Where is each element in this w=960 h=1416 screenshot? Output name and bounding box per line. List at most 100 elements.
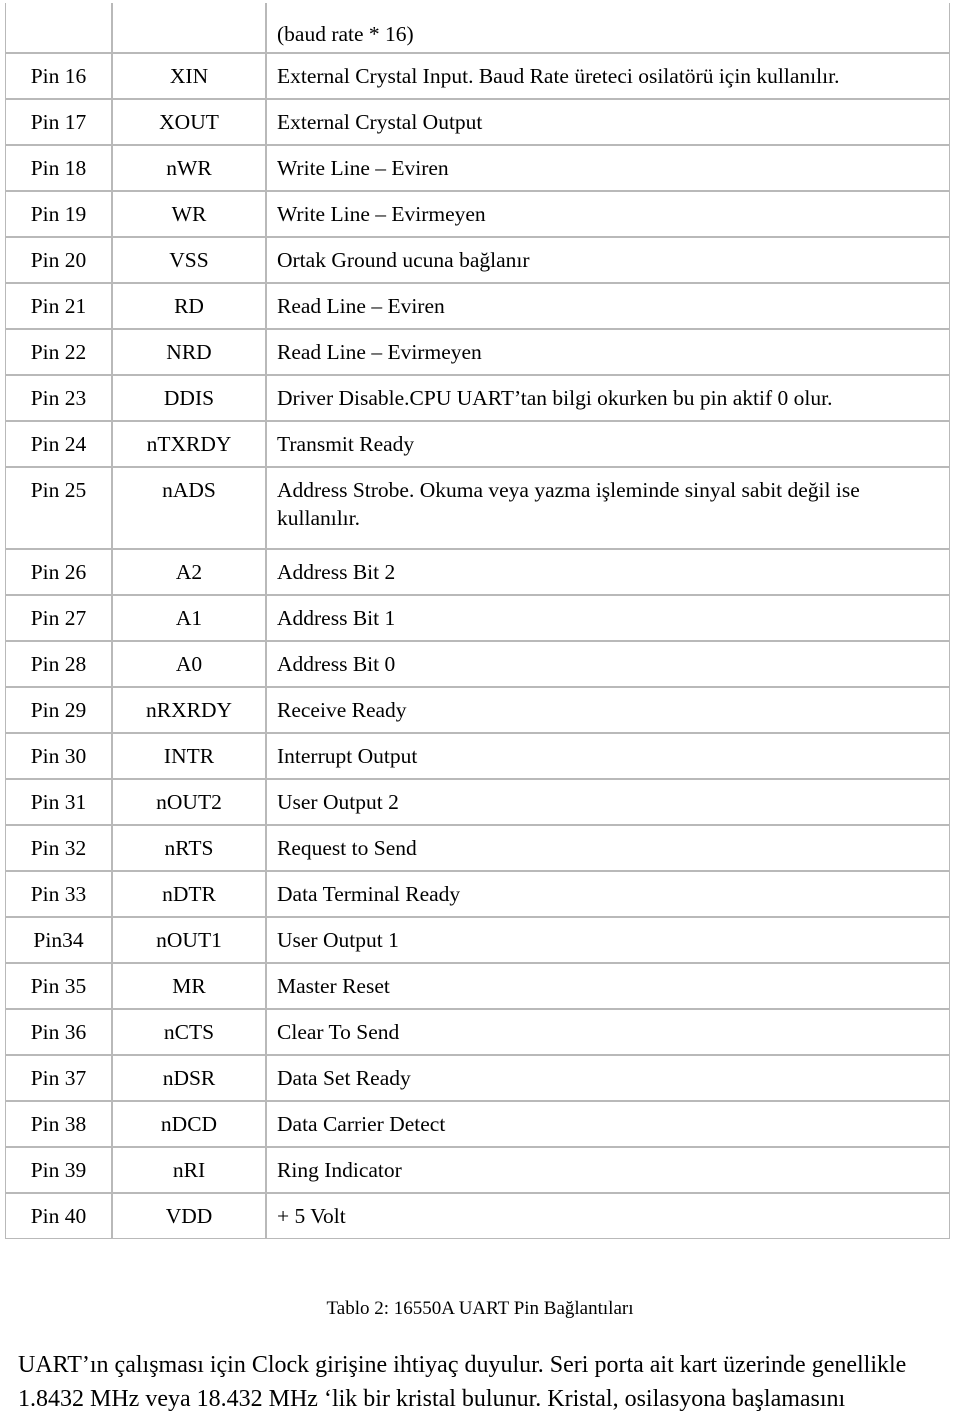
signal-name-cell: nRXRDY xyxy=(112,687,266,733)
table-row: Pin 30 INTR Interrupt Output xyxy=(5,733,950,779)
signal-name-cell: WR xyxy=(112,191,266,237)
uart-pin-table: (baud rate * 16) Pin 16 XIN External Crysta… xyxy=(5,3,950,1239)
pin-number-cell: Pin 40 xyxy=(5,1193,112,1239)
signal-name-cell: RD xyxy=(112,283,266,329)
signal-name-cell: nWR xyxy=(112,145,266,191)
pin-number-cell: Pin 20 xyxy=(5,237,112,283)
table-row: Pin 16 XIN External Crystal Input. Baud Ra… xyxy=(5,53,950,99)
description-cell: Driver Disable.CPU UART’tan bilgi okurke… xyxy=(266,375,950,421)
pin-number-cell: Pin 35 xyxy=(5,963,112,1009)
signal-name-cell: XIN xyxy=(112,53,266,99)
description-cell: Request to Send xyxy=(266,825,950,871)
description-cell: Write Line – Eviren xyxy=(266,145,950,191)
signal-name-cell: MR xyxy=(112,963,266,1009)
table-row: (baud rate * 16) xyxy=(5,3,950,53)
pin-number-cell: Pin 31 xyxy=(5,779,112,825)
pin-number-cell: Pin 37 xyxy=(5,1055,112,1101)
pin-number-cell: Pin 26 xyxy=(5,549,112,595)
pin-number-cell xyxy=(5,3,112,53)
signal-name-cell: nCTS xyxy=(112,1009,266,1055)
pin-number-cell: Pin 24 xyxy=(5,421,112,467)
signal-name-cell: VSS xyxy=(112,237,266,283)
description-cell: Write Line – Evirmeyen xyxy=(266,191,950,237)
pin-number-cell: Pin 36 xyxy=(5,1009,112,1055)
description-cell: External Crystal Output xyxy=(266,99,950,145)
description-cell: Clear To Send xyxy=(266,1009,950,1055)
description-cell: Transmit Ready xyxy=(266,421,950,467)
pin-number-cell: Pin 38 xyxy=(5,1101,112,1147)
table-caption: Tablo 2: 16550A UART Pin Bağlantıları xyxy=(326,1298,634,1319)
table-row: Pin 26 A2 Address Bit 2 xyxy=(5,549,950,595)
description-cell: User Output 1 xyxy=(266,917,950,963)
pin-number-cell: Pin34 xyxy=(5,917,112,963)
pin-number-cell: Pin 22 xyxy=(5,329,112,375)
signal-name-cell: nOUT1 xyxy=(112,917,266,963)
pin-number-cell: Pin 25 xyxy=(5,467,112,549)
body-paragraph: UART’ın çalışması için Clock girişine ih… xyxy=(18,1348,942,1416)
description-cell: Read Line – Eviren xyxy=(266,283,950,329)
signal-name-cell: INTR xyxy=(112,733,266,779)
table-row: Pin 36 nCTS Clear To Send xyxy=(5,1009,950,1055)
pin-number-cell: Pin 19 xyxy=(5,191,112,237)
description-cell: Address Bit 2 xyxy=(266,549,950,595)
table-row: Pin 22 NRD Read Line – Evirmeyen xyxy=(5,329,950,375)
description-cell: + 5 Volt xyxy=(266,1193,950,1239)
table-row: Pin 35 MR Master Reset xyxy=(5,963,950,1009)
table-row: Pin 20 VSS Ortak Ground ucuna bağlanır xyxy=(5,237,950,283)
pin-number-cell: Pin 32 xyxy=(5,825,112,871)
table-row: Pin 39 nRI Ring Indicator xyxy=(5,1147,950,1193)
description-cell: Address Bit 0 xyxy=(266,641,950,687)
signal-name-cell: nADS xyxy=(112,467,266,549)
table-row: Pin 29 nRXRDY Receive Ready xyxy=(5,687,950,733)
signal-name-cell: nTXRDY xyxy=(112,421,266,467)
pin-table-body: (baud rate * 16) Pin 16 XIN External Crysta… xyxy=(5,3,950,1239)
table-row: Pin 33 nDTR Data Terminal Ready xyxy=(5,871,950,917)
table-row: Pin 40 VDD + 5 Volt xyxy=(5,1193,950,1239)
pin-number-cell: Pin 29 xyxy=(5,687,112,733)
table-row: Pin 17 XOUT External Crystal Output xyxy=(5,99,950,145)
document-page: (baud rate * 16) Pin 16 XIN External Crysta… xyxy=(0,0,960,1412)
description-cell: Receive Ready xyxy=(266,687,950,733)
paragraph-line: 1.8432 MHz veya 18.432 MHz ‘lik bir kris… xyxy=(18,1386,846,1412)
pin-number-cell: Pin 16 xyxy=(5,53,112,99)
table-row: Pin 31 nOUT2 User Output 2 xyxy=(5,779,950,825)
description-cell: Address Strobe. Okuma veya yazma işlemin… xyxy=(266,467,950,549)
table-row: Pin 28 A0 Address Bit 0 xyxy=(5,641,950,687)
paragraph-line: UART’ın çalışması için Clock girişine ih… xyxy=(18,1352,907,1378)
signal-name-cell: nDCD xyxy=(112,1101,266,1147)
pin-number-cell: Pin 23 xyxy=(5,375,112,421)
description-cell: Read Line – Evirmeyen xyxy=(266,329,950,375)
pin-number-cell: Pin 39 xyxy=(5,1147,112,1193)
signal-name-cell: A1 xyxy=(112,595,266,641)
pin-number-cell: Pin 33 xyxy=(5,871,112,917)
description-cell: Interrupt Output xyxy=(266,733,950,779)
description-cell: User Output 2 xyxy=(266,779,950,825)
description-cell: External Crystal Input. Baud Rate üretec… xyxy=(266,53,950,99)
table-row: Pin 37 nDSR Data Set Ready xyxy=(5,1055,950,1101)
description-cell: (baud rate * 16) xyxy=(266,3,950,53)
description-cell: Address Bit 1 xyxy=(266,595,950,641)
signal-name-cell: nDTR xyxy=(112,871,266,917)
pin-number-cell: Pin 27 xyxy=(5,595,112,641)
pin-number-cell: Pin 28 xyxy=(5,641,112,687)
description-cell: Data Carrier Detect xyxy=(266,1101,950,1147)
description-cell: Master Reset xyxy=(266,963,950,1009)
signal-name-cell: nOUT2 xyxy=(112,779,266,825)
pin-number-cell: Pin 21 xyxy=(5,283,112,329)
pin-number-cell: Pin 17 xyxy=(5,99,112,145)
signal-name-cell: nDSR xyxy=(112,1055,266,1101)
pin-number-cell: Pin 18 xyxy=(5,145,112,191)
signal-name-cell: A0 xyxy=(112,641,266,687)
table-row: Pin 24 nTXRDY Transmit Ready xyxy=(5,421,950,467)
table-row: Pin 18 nWR Write Line – Eviren xyxy=(5,145,950,191)
table-row: Pin 21 RD Read Line – Eviren xyxy=(5,283,950,329)
signal-name-cell: A2 xyxy=(112,549,266,595)
pin-number-cell: Pin 30 xyxy=(5,733,112,779)
table-row: Pin34 nOUT1 User Output 1 xyxy=(5,917,950,963)
table-row: Pin 32 nRTS Request to Send xyxy=(5,825,950,871)
description-cell: Ring Indicator xyxy=(266,1147,950,1193)
description-cell: Ortak Ground ucuna bağlanır xyxy=(266,237,950,283)
table-row: Pin 19 WR Write Line – Evirmeyen xyxy=(5,191,950,237)
table-row: Pin 23 DDIS Driver Disable.CPU UART’tan bi… xyxy=(5,375,950,421)
signal-name-cell: nRTS xyxy=(112,825,266,871)
